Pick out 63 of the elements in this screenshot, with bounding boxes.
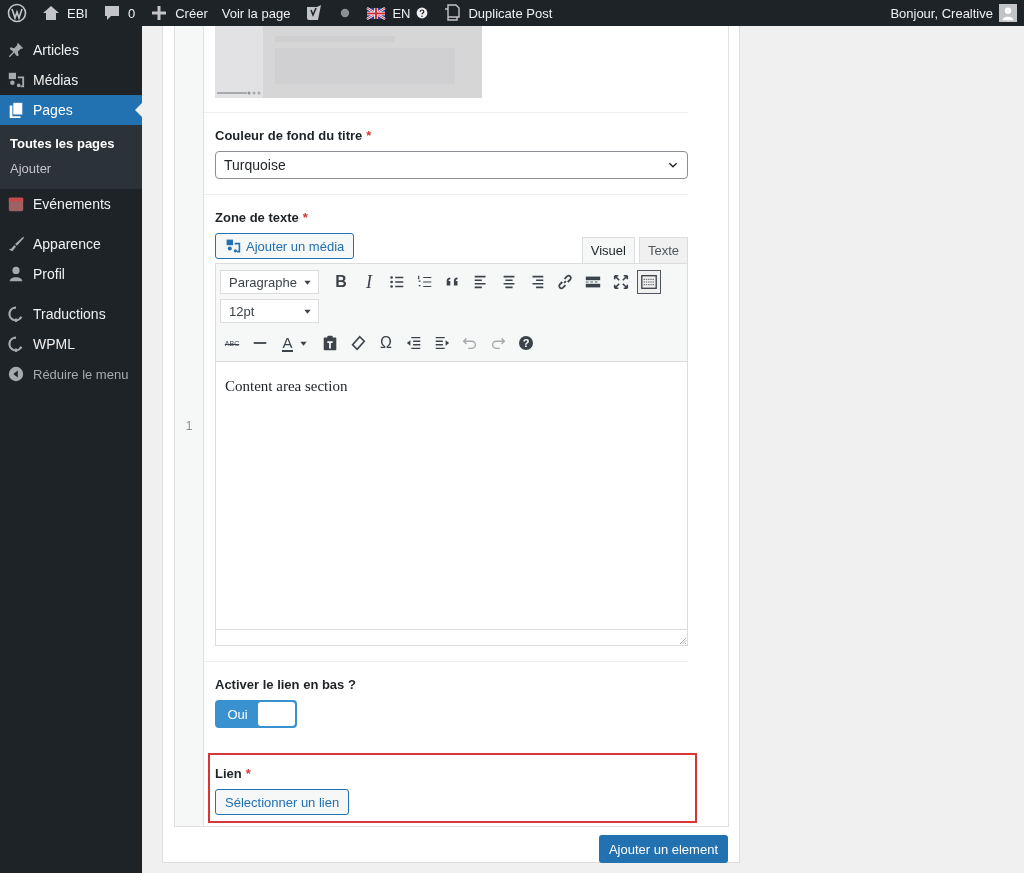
menu-label[interactable]: EBI (67, 5, 88, 21)
sidebar-item[interactable]: Articles (0, 35, 142, 65)
collapse-icon (7, 365, 25, 383)
submenu-item[interactable]: Ajouter (0, 156, 142, 181)
user-icon (7, 265, 25, 283)
field-label: Couleur de fond du titre (215, 128, 363, 143)
media-icon (225, 238, 241, 254)
add-element-button[interactable]: Ajouter un element (598, 835, 728, 863)
help-button[interactable]: ? (514, 331, 538, 355)
special-character-button[interactable]: Ω (374, 331, 398, 355)
sidebar-item[interactable]: WPML (0, 329, 142, 359)
editor-tab[interactable]: Texte (638, 237, 688, 263)
field-label: Activer le lien en bas ? (215, 677, 356, 692)
link-icon[interactable] (556, 273, 574, 291)
pages-icon (7, 101, 25, 119)
required-mark: * (302, 210, 308, 225)
sidebar-item[interactable]: Apparence (0, 229, 142, 259)
copy-icon[interactable] (442, 3, 463, 23)
editor-tab[interactable]: Visuel (581, 237, 635, 263)
brush-icon (7, 235, 25, 253)
select-field[interactable]: Turquoise (215, 151, 688, 179)
indent-icon[interactable] (433, 334, 451, 352)
outdent-icon[interactable] (405, 334, 423, 352)
eraser-icon[interactable] (349, 334, 367, 352)
greeting-text[interactable]: Bonjour, Crealtive (890, 5, 993, 21)
bold-button[interactable]: B (329, 270, 353, 294)
format-dropdown[interactable]: 12pt (220, 299, 319, 323)
select-link-button[interactable]: Sélectionner un lien (215, 789, 350, 815)
avatar-icon (999, 4, 1017, 22)
resize-handle-icon (677, 635, 687, 645)
home-icon[interactable] (41, 3, 61, 23)
format-dropdown[interactable]: Paragraphe (220, 270, 319, 294)
sidebar-item[interactable]: Réduire le menu (0, 359, 142, 389)
required-mark: * (245, 766, 251, 781)
bulleted-list-icon[interactable] (388, 273, 406, 291)
calendar-icon (7, 195, 25, 213)
toolbar-toggle-button[interactable] (637, 270, 661, 294)
submenu-item[interactable]: Toutes les pages (0, 131, 142, 156)
required-mark: * (366, 128, 372, 143)
sidebar-item[interactable]: Profil (0, 259, 142, 289)
help-icon (416, 7, 429, 19)
media-icon (7, 71, 25, 89)
add-media-button[interactable]: Ajouter un média (215, 233, 355, 259)
editor-content[interactable]: Content area section (216, 362, 687, 629)
menu-label[interactable]: Créer (175, 5, 208, 21)
sidebar-item[interactable]: Evénements (0, 189, 142, 219)
menu-label[interactable]: Duplicate Post (468, 5, 553, 21)
clipboard-icon[interactable] (321, 334, 339, 352)
sidebar-item[interactable]: Médias (0, 65, 142, 95)
menu-label[interactable]: EN (392, 5, 411, 21)
pointer-arrow-icon (135, 103, 142, 117)
menu-label[interactable]: 0 (127, 5, 136, 21)
field-label: Zone de texte (215, 210, 299, 225)
sidebar-item[interactable]: Pages (0, 95, 142, 125)
field-label: Lien (215, 766, 242, 781)
italic-button[interactable]: I (357, 270, 381, 294)
row-number: 1 (175, 26, 204, 826)
wordpress-logo-icon[interactable] (7, 3, 27, 23)
text-color-button[interactable]: A (276, 331, 314, 355)
view-page-link[interactable]: Voir la page (221, 5, 291, 21)
pushpin-icon (7, 41, 25, 59)
sidebar-item[interactable]: Traductions (0, 299, 142, 329)
fullscreen-icon[interactable] (612, 273, 630, 291)
